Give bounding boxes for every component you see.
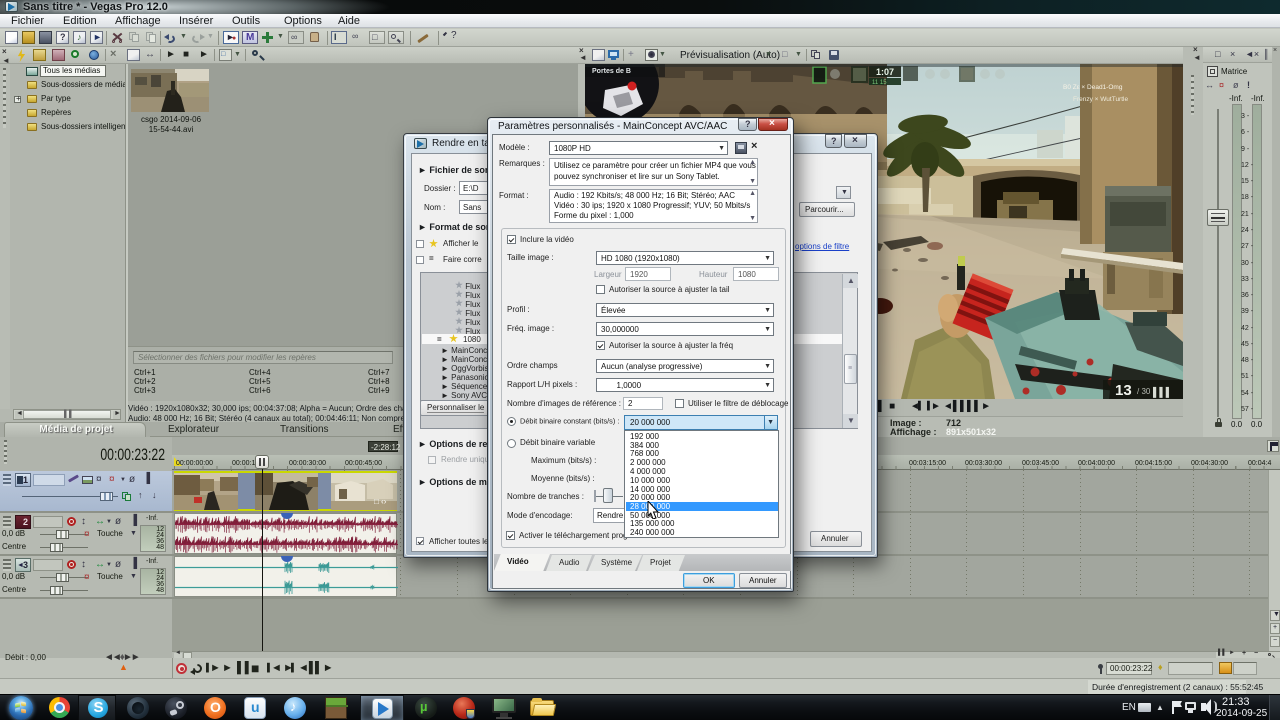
svg-text:13: 13 xyxy=(1115,382,1132,399)
svg-text:▌▌▌: ▌▌▌ xyxy=(1153,386,1172,398)
svg-text:Portes de B: Portes de B xyxy=(592,68,631,75)
svg-text:B0 Zε × Dead1-Omg: B0 Zε × Dead1-Omg xyxy=(1063,84,1123,91)
svg-text:11 15: 11 15 xyxy=(872,80,887,86)
svg-text:1:07: 1:07 xyxy=(876,67,894,77)
svg-text:Frenzy × WutTurtle: Frenzy × WutTurtle xyxy=(1073,96,1128,103)
svg-text:/ 30: / 30 xyxy=(1137,387,1151,396)
